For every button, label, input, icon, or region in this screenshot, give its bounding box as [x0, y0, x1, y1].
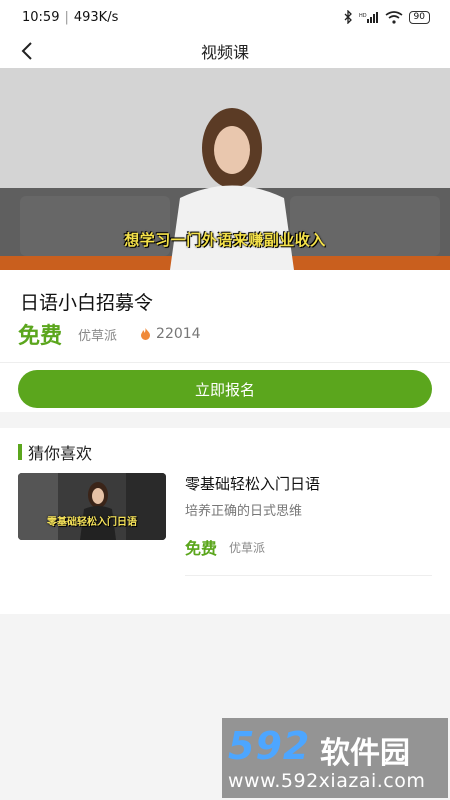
card-provider: 优草派 [229, 540, 266, 555]
signal-icon: HD [359, 11, 378, 23]
status-left: 10:59 | 493K/s [22, 10, 118, 25]
wifi-icon [385, 10, 403, 24]
course-thumbnail: 零基础轻松入门日语 [18, 473, 166, 540]
watermark: 592 软件园 www.592xiazai.com [222, 718, 448, 798]
card-title: 零基础轻松入门日语 [185, 475, 321, 493]
card-divider [185, 575, 432, 576]
video-player[interactable]: 想学习一门外语来赚副业收入 [0, 68, 450, 270]
divider [0, 362, 450, 363]
price-row: 免费 优草派 22014 [18, 318, 201, 350]
status-time: 10:59 [22, 9, 60, 25]
status-right: HD 90 [343, 10, 430, 24]
section-header: 猜你喜欢 [18, 440, 92, 464]
chevron-left-icon [21, 42, 32, 60]
status-separator: | [64, 9, 69, 25]
video-caption: 想学习一门外语来赚副业收入 [124, 231, 326, 249]
flame-icon [141, 328, 151, 340]
recommend-section: 猜你喜欢 零基础轻松入门日语 零基础轻松入门日语 培养正确的日式思维 免费 优草… [0, 428, 450, 614]
course-card[interactable]: 零基础轻松入门日语 零基础轻松入门日语 培养正确的日式思维 免费 优草派 [18, 473, 432, 577]
watermark-name: 软件园 [320, 736, 410, 771]
thumbnail-caption: 零基础轻松入门日语 [47, 517, 137, 528]
status-bar: 10:59 | 493K/s HD 90 [0, 0, 450, 34]
views-count: 22014 [141, 326, 201, 342]
enroll-button[interactable]: 立即报名 [18, 370, 432, 408]
views-value: 22014 [156, 326, 201, 342]
course-title: 日语小白招募令 [20, 292, 154, 314]
course-info: 日语小白招募令 免费 优草派 22014 立即报名 [0, 270, 450, 412]
card-price: 免费 [185, 539, 218, 558]
course-provider: 优草派 [78, 328, 118, 344]
card-price-row: 免费 优草派 [185, 535, 265, 559]
section-title: 猜你喜欢 [28, 444, 93, 463]
watermark-url: www.592xiazai.com [228, 770, 426, 792]
battery-icon: 90 [408, 10, 430, 24]
course-price: 免费 [18, 324, 63, 349]
card-subtitle: 培养正确的日式思维 [185, 504, 303, 519]
watermark-logo: 592 [228, 724, 311, 768]
status-speed: 493K/s [73, 9, 119, 25]
back-button[interactable] [12, 36, 42, 66]
thumbnail-image [18, 473, 166, 540]
page-title: 视频课 [200, 43, 249, 62]
bluetooth-icon [344, 10, 352, 24]
section-accent-bar [18, 444, 22, 460]
nav-bar: 视频课 [0, 34, 450, 68]
svg-text:HD: HD [359, 13, 367, 19]
